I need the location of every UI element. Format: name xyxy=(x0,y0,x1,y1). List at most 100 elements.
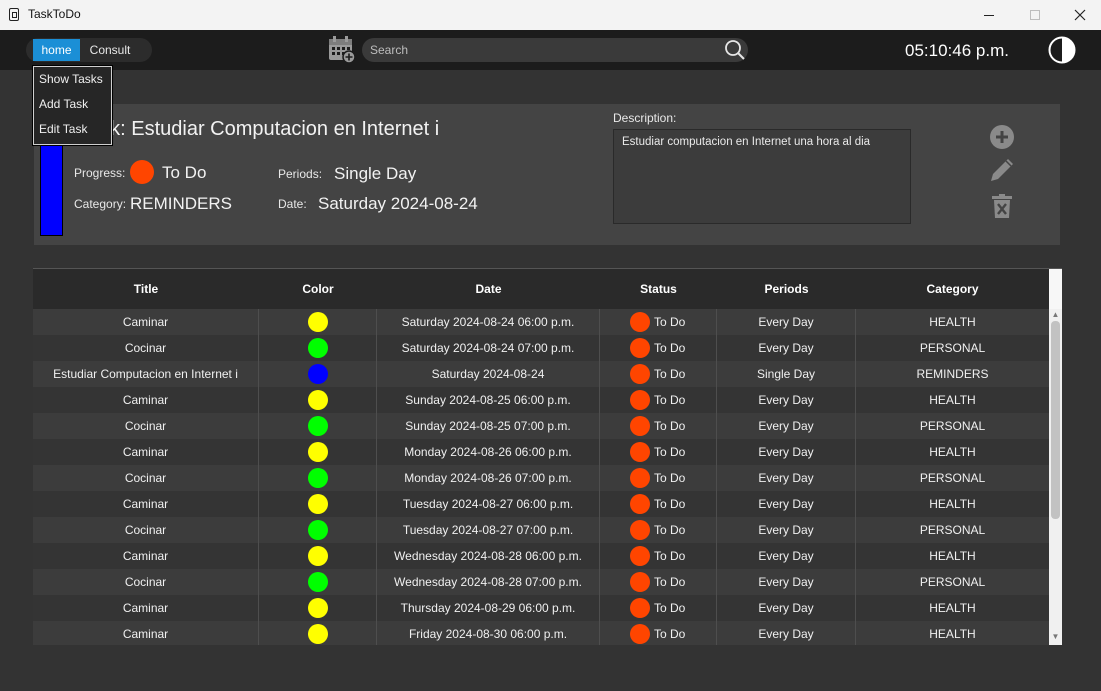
cell-color xyxy=(259,621,377,645)
menu-item-add-task[interactable]: Add Task xyxy=(34,92,111,117)
status-dot xyxy=(630,416,650,436)
status-indicator: To Do xyxy=(630,546,685,566)
task-color-dot xyxy=(308,598,328,618)
cell-title: Caminar xyxy=(33,387,259,413)
search-input[interactable] xyxy=(370,40,710,60)
table-row[interactable]: Cocinar Sunday 2024-08-25 07:00 p.m. To Do… xyxy=(33,413,1049,439)
table-row[interactable]: Caminar Saturday 2024-08-24 06:00 p.m. To … xyxy=(33,309,1049,335)
scroll-thumb[interactable] xyxy=(1051,321,1060,519)
task-detail-panel: Task: Estudiar Computacion en Internet i… xyxy=(34,104,1060,245)
cell-periods: Single Day xyxy=(717,361,856,387)
table-row[interactable]: Caminar Wednesday 2024-08-28 06:00 p.m. To… xyxy=(33,543,1049,569)
status-text: To Do xyxy=(654,601,686,615)
cell-title: Caminar xyxy=(33,491,259,517)
status-dot xyxy=(630,364,650,384)
status-dot xyxy=(630,546,650,566)
status-text: To Do xyxy=(654,315,686,329)
cell-color xyxy=(259,491,377,517)
header-status[interactable]: Status xyxy=(600,269,717,309)
status-text: To Do xyxy=(654,341,686,355)
status-text: To Do xyxy=(654,523,686,537)
table-body: Caminar Saturday 2024-08-24 06:00 p.m. To … xyxy=(33,309,1049,645)
theme-toggle-icon[interactable] xyxy=(1048,36,1076,64)
status-text: To Do xyxy=(654,445,686,459)
task-color-dot xyxy=(308,520,328,540)
cell-color xyxy=(259,387,377,413)
add-circle-icon[interactable] xyxy=(989,124,1015,150)
status-dot xyxy=(630,598,650,618)
scrollbar-header-corner xyxy=(1049,269,1062,309)
cell-title: Caminar xyxy=(33,309,259,335)
cell-status: To Do xyxy=(600,621,717,645)
minimize-button[interactable] xyxy=(966,0,1012,30)
cell-date: Tuesday 2024-08-27 06:00 p.m. xyxy=(377,491,600,517)
cell-date: Thursday 2024-08-29 06:00 p.m. xyxy=(377,595,600,621)
window-title: TaskToDo xyxy=(28,7,81,21)
table-row[interactable]: Caminar Sunday 2024-08-25 06:00 p.m. To Do… xyxy=(33,387,1049,413)
app-window: TaskToDo home Consult Search 05:10:46 p.… xyxy=(0,0,1101,691)
close-button[interactable] xyxy=(1057,0,1101,30)
trash-icon[interactable] xyxy=(989,193,1015,219)
header-date[interactable]: Date xyxy=(377,269,600,309)
cell-color xyxy=(259,439,377,465)
status-text: To Do xyxy=(654,367,686,381)
vertical-scrollbar[interactable]: ▲ ▼ xyxy=(1049,269,1062,645)
cell-status: To Do xyxy=(600,309,717,335)
calendar-add-icon[interactable] xyxy=(328,34,356,64)
cell-category: PERSONAL xyxy=(919,419,986,433)
cell-category: REMINDERS xyxy=(916,367,989,381)
status-indicator: To Do xyxy=(630,312,685,332)
table-row[interactable]: Cocinar Tuesday 2024-08-27 07:00 p.m. To D… xyxy=(33,517,1049,543)
table-row[interactable]: Cocinar Wednesday 2024-08-28 07:00 p.m. To… xyxy=(33,569,1049,595)
cell-category: PERSONAL xyxy=(919,575,986,589)
date-label: Date: xyxy=(278,197,307,211)
cell-title: Cocinar xyxy=(33,465,259,491)
status-indicator: To Do xyxy=(630,624,685,644)
pencil-icon[interactable] xyxy=(989,157,1015,183)
clock-display: 05:10:46 p.m. xyxy=(905,41,1009,60)
status-indicator: To Do xyxy=(630,598,685,618)
table-row[interactable]: Estudiar Computacion en Internet i Saturd… xyxy=(33,361,1049,387)
nav-home-button[interactable]: home xyxy=(33,39,80,61)
menu-item-show-tasks[interactable]: Show Tasks xyxy=(34,67,111,92)
cell-date: Monday 2024-08-26 06:00 p.m. xyxy=(377,439,600,465)
menu-item-edit-task[interactable]: Edit Task xyxy=(34,117,111,142)
header-category[interactable]: Category xyxy=(856,269,1049,309)
table-row[interactable]: Cocinar Monday 2024-08-26 07:00 p.m. To Do… xyxy=(33,465,1049,491)
cell-category: HEALTH xyxy=(929,627,976,641)
maximize-button[interactable] xyxy=(1012,0,1058,30)
table-row[interactable]: Caminar Thursday 2024-08-29 06:00 p.m. To … xyxy=(33,595,1049,621)
periods-label: Periods: xyxy=(278,167,323,181)
table-row[interactable]: Caminar Friday 2024-08-30 06:00 p.m. To Do… xyxy=(33,621,1049,645)
scroll-down-icon[interactable]: ▼ xyxy=(1051,633,1060,641)
app-icon xyxy=(9,8,19,21)
table-row[interactable]: Caminar Tuesday 2024-08-27 06:00 p.m. To D… xyxy=(33,491,1049,517)
task-color-dot xyxy=(308,338,328,358)
nav-consult-button[interactable]: Consult xyxy=(82,39,138,61)
table-row[interactable]: Caminar Monday 2024-08-26 06:00 p.m. To Do… xyxy=(33,439,1049,465)
cell-periods: Every Day xyxy=(717,439,856,465)
description-textarea[interactable]: Estudiar computacion en Internet una hor… xyxy=(614,130,910,223)
description-box: Estudiar computacion en Internet una hor… xyxy=(613,129,911,224)
header-color[interactable]: Color xyxy=(259,269,377,309)
cell-category: PERSONAL xyxy=(919,341,986,355)
table-header: Title Color Date Status Periods Category xyxy=(33,269,1049,309)
cell-periods: Every Day xyxy=(717,413,856,439)
task-color-dot xyxy=(308,442,328,462)
cell-title: Caminar xyxy=(33,543,259,569)
cell-color xyxy=(259,465,377,491)
header-periods[interactable]: Periods xyxy=(717,269,856,309)
cell-color xyxy=(259,335,377,361)
header-title[interactable]: Title xyxy=(33,269,259,309)
search-icon[interactable] xyxy=(724,39,746,61)
minimize-icon xyxy=(984,14,994,16)
task-color-dot xyxy=(308,416,328,436)
status-dot xyxy=(630,338,650,358)
scroll-up-icon[interactable]: ▲ xyxy=(1051,311,1060,319)
cell-date: Monday 2024-08-26 07:00 p.m. xyxy=(377,465,600,491)
status-text: To Do xyxy=(654,627,686,641)
cell-status: To Do xyxy=(600,595,717,621)
status-dot xyxy=(630,468,650,488)
cell-title: Caminar xyxy=(33,621,259,645)
table-row[interactable]: Cocinar Saturday 2024-08-24 07:00 p.m. To … xyxy=(33,335,1049,361)
